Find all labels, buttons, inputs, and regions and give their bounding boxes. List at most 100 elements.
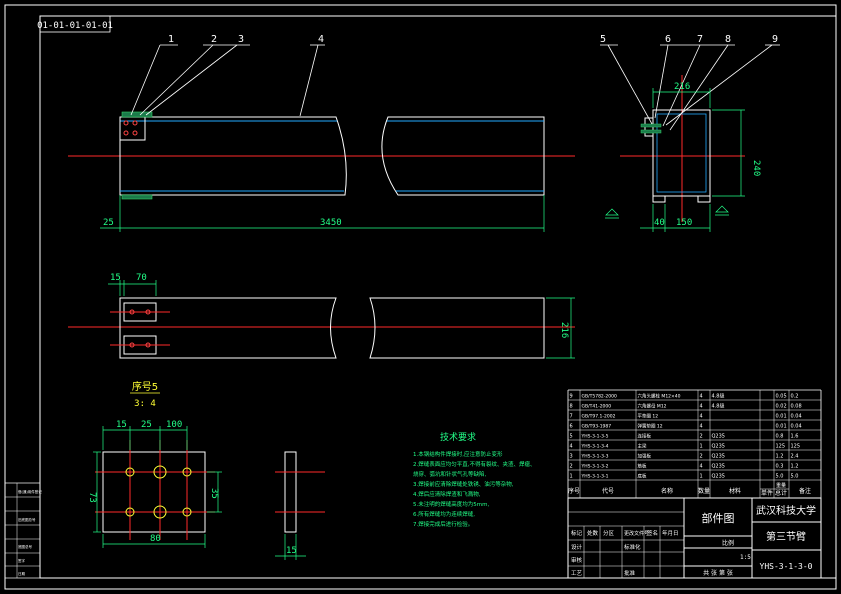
bom-cell: 1 — [700, 474, 703, 480]
bom-table: 9 GB/T5782-2000 六角头螺栓 M12×40 4 4.8级 0.05 0.2 8 G… — [567, 389, 822, 499]
bolt-hole — [123, 130, 129, 136]
callout-8: 8 — [725, 34, 731, 45]
bom-cell: 4 — [700, 404, 703, 410]
bom-header-cell: 总计 — [775, 489, 787, 497]
title-row0-d: 更改文件号 — [624, 530, 649, 537]
bom-cell: 6 — [570, 424, 573, 430]
left-block-label: 旧底图总号 — [18, 517, 36, 522]
dim-detail-w3: 100 — [166, 420, 182, 430]
bom-cell: 1.2 — [776, 454, 784, 460]
title-row0-c: 分区 — [603, 529, 615, 537]
tech-line: 烧穿、弧坑和针状气孔等缺陷, — [413, 470, 487, 478]
bom-cell: Q235 — [712, 444, 725, 450]
bom-cell: 1 — [700, 444, 703, 450]
front-view: 1 2 3 4 25 3450 — [68, 34, 575, 232]
dim-detail-w1: 15 — [116, 420, 127, 430]
bom-cell: 7 — [570, 414, 573, 420]
plan-view: 15 70 216 — [68, 273, 575, 359]
title-row0-f: 年月日 — [662, 529, 679, 537]
left-block-label: 签字 — [18, 558, 25, 563]
bom-cell: 4.8级 — [712, 393, 725, 400]
bom-cell: 5.0 — [791, 474, 799, 480]
title-block: 部件图 武汉科技大学 第三节臂 YHS-3-1-3-0 比例 1:5 共 张 第… — [567, 497, 822, 579]
bom-cell: YHS-3-1-3-2 — [581, 464, 609, 470]
bolt-hole — [132, 120, 138, 126]
bom-cell: 0.02 — [776, 404, 787, 410]
cad-drawing: 01-01-01-01-01 1 2 3 4 25 3450 5 6 7 8 9… — [4, 4, 837, 590]
title-review: 审核 — [571, 556, 583, 564]
title-part-name: 第三节臂 — [766, 530, 806, 543]
bom-cell: 5 — [570, 434, 573, 440]
bom-cell: 2 — [700, 454, 703, 460]
bom-cell: 0.8 — [776, 434, 784, 440]
side-foot-right — [697, 195, 711, 203]
detail-plate — [102, 451, 206, 533]
tech-title: 技术要求 — [440, 431, 476, 443]
title-university: 武汉科技大学 — [756, 504, 816, 517]
callout-9: 9 — [772, 34, 778, 45]
dim-plan-b: 70 — [136, 273, 147, 283]
bom-header-cell: 名称 — [661, 487, 673, 495]
bom-cell: YHS-3-1-3-4 — [581, 444, 609, 450]
left-block-label: 底图总号 — [18, 544, 32, 549]
technical-requirements: 技术要求 1.本钢结构件焊接时,应注意防止变形 2.焊缝表面应均匀平直,不得有裂… — [413, 431, 536, 528]
dim-detail-inner: 35 — [209, 488, 219, 499]
side-view: 5 6 7 8 9 216 240 40 150 — [600, 34, 780, 232]
bom-cell: 4.8级 — [712, 403, 725, 410]
tech-line: 4.焊后应清除焊渣和飞溅物, — [413, 490, 481, 498]
bom-cell: 六角螺母 M12 — [638, 403, 667, 410]
title-drawing-no: YHS-3-1-3-0 — [760, 562, 813, 571]
tech-line: 7.焊接完成后进行检验。 — [413, 520, 473, 528]
tech-line: 6.所有焊缝均为连续焊缝, — [413, 510, 475, 518]
tech-line: 5.未注明的焊缝高度均为5mm, — [413, 500, 489, 508]
bom-cell: Q235 — [712, 434, 725, 440]
bom-cell: 1.6 — [791, 434, 799, 440]
dim-side-bottom-a: 40 — [654, 218, 665, 228]
bom-cell: 8 — [570, 404, 573, 410]
title-row0-e: 签名 — [647, 529, 658, 537]
bom-cell: 9 — [570, 394, 573, 400]
bom-cell: 1.2 — [791, 464, 799, 470]
dim-plan-height: 216 — [559, 322, 569, 338]
bom-header-cell: 材料 — [729, 487, 741, 495]
bom-cell: 底板 — [638, 473, 647, 480]
bom-cell: 0.01 — [776, 424, 787, 430]
front-end-plate — [119, 116, 146, 141]
tech-line: 1.本钢结构件焊接时,应注意防止变形 — [413, 450, 503, 458]
title-row0-a: 标记 — [571, 529, 583, 537]
bom-cell: GB/T93-1987 — [582, 424, 612, 430]
bom-header-cell: 数量 — [698, 487, 710, 495]
bom-cell: 加强板 — [638, 453, 652, 460]
detail-scale: 3: 4 — [134, 399, 156, 409]
title-part-type: 部件图 — [702, 511, 735, 525]
tech-line: 2.焊缝表面应均匀平直,不得有裂纹、夹渣、焊瘤、 — [413, 460, 536, 468]
title-sheet: 共 张 第 张 — [703, 569, 733, 577]
callout-5: 5 — [600, 34, 606, 45]
left-block-label: 借(通)用件登记 — [18, 489, 42, 494]
dim-side-height: 240 — [751, 160, 761, 176]
bom-cell: 5.0 — [776, 474, 784, 480]
bom-header-weight: 重量 — [776, 482, 786, 489]
bom-cell: Q235 — [712, 454, 725, 460]
bom-cell: 0.08 — [791, 404, 802, 410]
bom-cell: 4 — [700, 464, 703, 470]
title-row0-b: 处数 — [587, 529, 599, 537]
detail-view: 序号5 3: 4 15 25 100 73 35 80 15 — [87, 380, 325, 560]
title-process: 工艺 — [571, 570, 583, 577]
callout-7: 7 — [697, 34, 703, 45]
tech-line: 3.焊接前应清除焊缝处铁锈、油污等杂物, — [413, 480, 514, 488]
plan-beam-right — [369, 297, 545, 359]
bom-cell: 4 — [700, 394, 703, 400]
bom-cell: 连接板 — [638, 433, 652, 440]
bom-header-cell: 代号 — [602, 487, 614, 495]
bom-cell: 4 — [570, 444, 573, 450]
bom-cell: Q235 — [712, 474, 725, 480]
title-approve: 批准 — [624, 569, 636, 577]
bom-cell: 0.3 — [776, 464, 784, 470]
dim-plan-a: 15 — [110, 273, 121, 283]
bom-header-cell: 序号 — [568, 487, 580, 495]
bom-cell: GB/T97.1-2002 — [582, 414, 616, 420]
bom-cell: 4 — [700, 414, 703, 420]
bom-cell: 弹簧垫圈 12 — [638, 423, 663, 430]
bom-cell: 六角头螺栓 M12×40 — [638, 393, 681, 400]
